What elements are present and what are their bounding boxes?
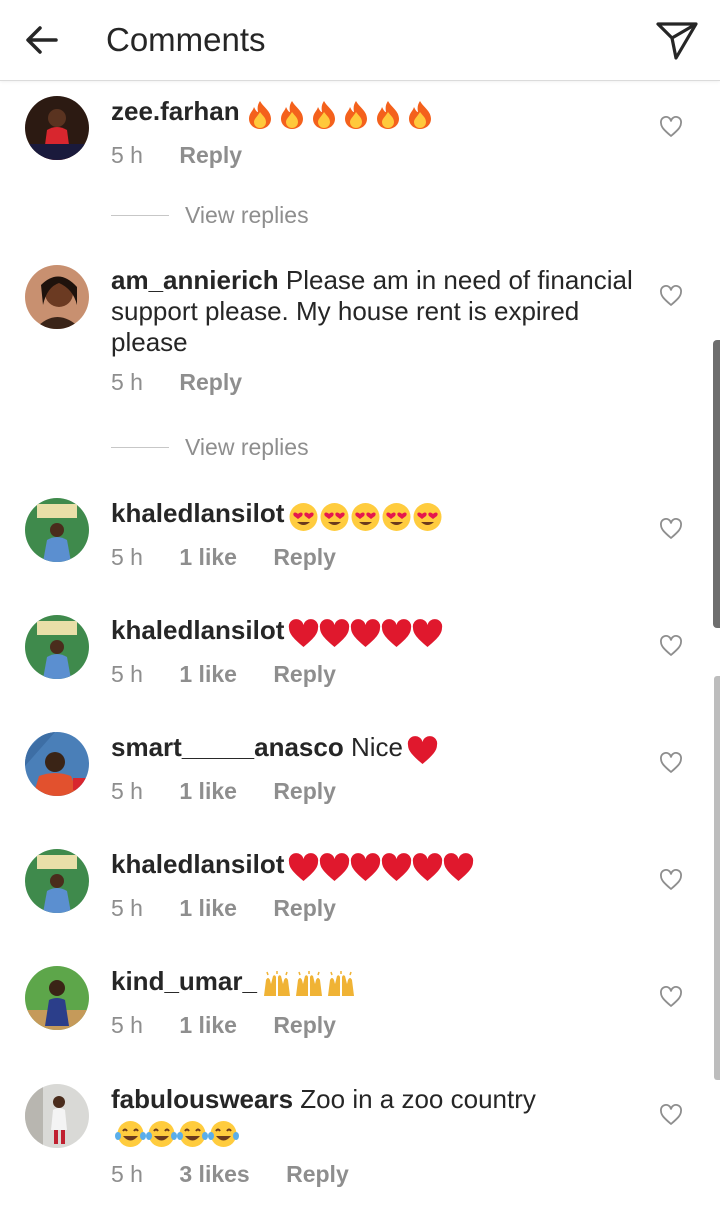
red-heart-emoji-icon [407,736,438,764]
like-count[interactable]: 1 like [179,543,237,571]
heart-eyes-emoji-icon [320,503,349,531]
like-count[interactable]: 1 like [179,894,237,922]
page-title: Comments [106,21,266,58]
red-heart-emoji-icon [382,619,412,647]
tears-of-joy-emoji-icon [146,1121,177,1147]
comment-username[interactable]: khaledlansilot [111,498,284,528]
comment-time: 5 h [111,142,143,168]
avatar[interactable] [25,498,89,562]
reply-button[interactable]: Reply [273,1011,336,1039]
red-heart-emoji-icon [413,619,443,647]
heart-icon[interactable] [659,1104,683,1126]
heart-eyes-emoji-icon [289,503,318,531]
like-count[interactable]: 1 like [179,660,237,688]
comment-time: 5 h [111,1012,143,1038]
heart-icon[interactable] [659,116,683,138]
red-heart-emoji-icon [289,853,319,881]
heart-eyes-emoji-group [288,502,443,533]
comment-time: 5 h [111,895,143,921]
comment-username[interactable]: zee.farhan [111,96,240,126]
paper-plane-icon [656,22,698,60]
heart-icon[interactable] [659,869,683,891]
heart-icon[interactable] [659,285,683,307]
back-button[interactable] [22,20,62,60]
red-heart-emoji-icon [320,853,350,881]
avatar[interactable] [25,615,89,679]
tears-of-joy-emoji-group [115,1119,239,1150]
red-heart-emoji-icon [444,853,474,881]
comment-text: Zoo in a zoo country [300,1084,536,1114]
avatar[interactable] [25,849,89,913]
raised-hands-emoji-icon [263,971,290,996]
heart-icon[interactable] [659,635,683,657]
comment-time: 5 h [111,1161,143,1187]
fire-emoji-icon [376,101,399,129]
view-replies-label: View replies [185,434,309,460]
comment-username[interactable]: am_annierich [111,265,279,295]
red-heart-emoji-icon [351,853,381,881]
view-replies-label: View replies [185,202,309,228]
heart-eyes-emoji-icon [382,503,411,531]
comment-time: 5 h [111,661,143,687]
avatar[interactable] [25,1084,89,1148]
view-replies-button[interactable]: View replies [111,432,511,462]
like-count[interactable]: 1 like [179,777,237,805]
heart-icon[interactable] [659,986,683,1008]
arrow-left-icon [26,26,58,54]
comment-username[interactable]: kind_umar_ [111,966,257,996]
reply-button[interactable]: Reply [273,894,336,922]
red-heart-emoji-group [288,853,474,884]
comment-time: 5 h [111,369,143,395]
comment-username[interactable]: khaledlansilot [111,849,284,879]
tears-of-joy-emoji-icon [208,1121,239,1147]
reply-button[interactable]: Reply [273,660,336,688]
raised-hands-emoji-icon [327,971,354,996]
tears-of-joy-emoji-icon [177,1121,208,1147]
fire-emoji-icon [312,101,335,129]
reply-button[interactable]: Reply [179,141,242,169]
avatar[interactable] [25,265,89,329]
reply-button[interactable]: Reply [179,368,242,396]
red-heart-emoji-group [288,619,443,650]
tears-of-joy-emoji-icon [115,1121,146,1147]
scrollbar-thumb[interactable] [714,676,720,1080]
comment-username[interactable]: fabulouswears [111,1084,293,1114]
fire-emoji-icon [408,101,431,129]
fire-emoji-icon [344,101,367,129]
edge-scroll-handle[interactable] [713,340,720,628]
reply-button[interactable]: Reply [273,543,336,571]
view-replies-divider [111,447,169,448]
app-header: Comments [0,0,720,81]
comment-time: 5 h [111,544,143,570]
red-heart-emoji-icon [382,853,412,881]
share-button[interactable] [654,18,700,62]
avatar[interactable] [25,966,89,1030]
fire-emoji-icon [280,101,303,129]
heart-eyes-emoji-icon [351,503,380,531]
comment-username[interactable]: smart_____anasco [111,732,344,762]
red-heart-emoji-icon [413,853,443,881]
heart-icon[interactable] [659,518,683,540]
heart-icon[interactable] [659,752,683,774]
red-heart-emoji-group [407,736,438,767]
heart-eyes-emoji-icon [413,503,442,531]
view-replies-divider [111,215,169,216]
comment-text: Nice [350,732,403,762]
comment-time: 5 h [111,778,143,804]
red-heart-emoji-icon [320,619,350,647]
red-heart-emoji-icon [351,619,381,647]
like-count[interactable]: 1 like [179,1011,237,1039]
fire-emoji-icon [248,101,271,129]
reply-button[interactable]: Reply [273,777,336,805]
avatar[interactable] [25,732,89,796]
avatar[interactable] [25,96,89,160]
red-heart-emoji-icon [289,619,319,647]
fire-emoji-group [244,100,436,131]
like-count[interactable]: 3 likes [179,1160,249,1188]
raised-hands-emoji-icon [295,971,322,996]
reply-button[interactable]: Reply [286,1160,349,1188]
raised-hands-emoji-group [261,970,357,1001]
comment-username[interactable]: khaledlansilot [111,615,284,645]
view-replies-button[interactable]: View replies [111,200,511,230]
